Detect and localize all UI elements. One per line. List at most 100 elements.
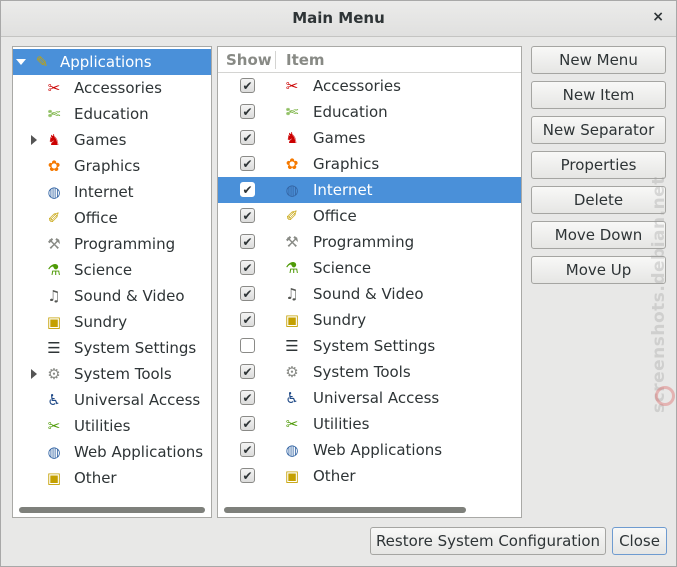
new-item-button[interactable]: New Item xyxy=(531,81,666,109)
sundry-icon: ▣ xyxy=(284,310,300,329)
show-checkbox[interactable] xyxy=(240,338,255,353)
show-checkbox[interactable]: ✔ xyxy=(240,364,255,379)
tree-item[interactable]: ✂ Accessories xyxy=(13,75,211,101)
menu-tree[interactable]: ✎ Applications ✂ Accessories ✄ Education ♞ Game… xyxy=(12,46,212,518)
list-item[interactable]: ✔ ✂ Utilities xyxy=(218,411,521,437)
show-checkbox[interactable]: ✔ xyxy=(240,78,255,93)
show-checkbox[interactable]: ✔ xyxy=(240,130,255,145)
new-menu-button[interactable]: New Menu xyxy=(531,46,666,74)
show-checkbox[interactable]: ✔ xyxy=(240,442,255,457)
games-icon: ♞ xyxy=(285,128,299,147)
tree-item[interactable]: ♿ Universal Access xyxy=(13,387,211,413)
programming-icon: ⚒ xyxy=(47,234,61,253)
graphics-icon: ✿ xyxy=(285,154,299,173)
tree-item-label: Web Applications xyxy=(74,443,204,461)
internet-icon: ◍ xyxy=(47,182,61,201)
list-item[interactable]: ✔ ♿ Universal Access xyxy=(218,385,521,411)
list-item[interactable]: ✔ ◍ Internet xyxy=(218,177,521,203)
tree-item[interactable]: ▣ Sundry xyxy=(13,309,211,335)
show-checkbox[interactable]: ✔ xyxy=(240,234,255,249)
tree-item[interactable]: ⚗ Science xyxy=(13,257,211,283)
list-item[interactable]: ✔ ⚒ Programming xyxy=(218,229,521,255)
list-item-label: Graphics xyxy=(313,155,380,173)
list-header: Show Item xyxy=(218,47,521,73)
expander-collapsed-icon[interactable] xyxy=(31,369,37,379)
show-checkbox[interactable]: ✔ xyxy=(240,104,255,119)
delete-button[interactable]: Delete xyxy=(531,186,666,214)
education-icon: ✄ xyxy=(285,102,299,121)
web-applications-icon: ◍ xyxy=(47,442,61,461)
tree-item-label: Science xyxy=(74,261,133,279)
tree-item[interactable]: ☰ System Settings xyxy=(13,335,211,361)
list-item[interactable]: ✔ ✂ Accessories xyxy=(218,73,521,99)
tree-item[interactable]: ◍ Web Applications xyxy=(13,439,211,465)
show-checkbox[interactable]: ✔ xyxy=(240,390,255,405)
list-item[interactable]: ✔ ▣ Other xyxy=(218,463,521,489)
tree-horizontal-scrollbar[interactable] xyxy=(19,507,205,513)
show-checkbox[interactable]: ✔ xyxy=(240,286,255,301)
tree-item[interactable]: ⚙ System Tools xyxy=(13,361,211,387)
show-checkbox[interactable]: ✔ xyxy=(240,208,255,223)
games-icon: ♞ xyxy=(47,130,61,149)
show-checkbox[interactable]: ✔ xyxy=(240,156,255,171)
tree-item[interactable]: ✿ Graphics xyxy=(13,153,211,179)
list-item-label: Office xyxy=(313,207,357,225)
show-checkbox[interactable]: ✔ xyxy=(240,182,255,197)
tree-item[interactable]: ▣ Other xyxy=(13,465,211,491)
tree-item[interactable]: ✄ Education xyxy=(13,101,211,127)
list-item[interactable]: ✔ ✿ Graphics xyxy=(218,151,521,177)
list-item-label: System Settings xyxy=(313,337,436,355)
sundry-icon: ▣ xyxy=(46,312,62,331)
move-up-button[interactable]: Move Up xyxy=(531,256,666,284)
tree-item[interactable]: ♞ Games xyxy=(13,127,211,153)
show-checkbox[interactable]: ✔ xyxy=(240,468,255,483)
list-item[interactable]: ✔ ✄ Education xyxy=(218,99,521,125)
list-item-label: Education xyxy=(313,103,388,121)
tree-item[interactable]: ✂ Utilities xyxy=(13,413,211,439)
web-applications-icon: ◍ xyxy=(285,440,299,459)
universal-access-icon: ♿ xyxy=(285,388,299,407)
column-header-item[interactable]: Item xyxy=(286,51,325,69)
list-item[interactable]: ☰ System Settings xyxy=(218,333,521,359)
tree-item-label: Programming xyxy=(74,235,176,253)
tree-item-label: Graphics xyxy=(74,157,141,175)
properties-button[interactable]: Properties xyxy=(531,151,666,179)
list-item[interactable]: ✔ ⚙ System Tools xyxy=(218,359,521,385)
other-icon: ▣ xyxy=(284,466,300,485)
show-checkbox[interactable]: ✔ xyxy=(240,416,255,431)
titlebar[interactable]: Main Menu × xyxy=(1,1,676,37)
watermark: screenshots.debian.net xyxy=(649,176,669,413)
list-item-label: System Tools xyxy=(313,363,411,381)
list-item[interactable]: ✔ ♞ Games xyxy=(218,125,521,151)
accessories-icon: ✂ xyxy=(285,76,299,95)
tree-item[interactable]: ♫ Sound & Video xyxy=(13,283,211,309)
expander-expanded-icon[interactable] xyxy=(16,59,26,65)
item-list[interactable]: Show Item ✔ ✂ Accessories ✔ ✄ Education ✔ ♞ Game… xyxy=(217,46,522,518)
list-item[interactable]: ✔ ▣ Sundry xyxy=(218,307,521,333)
restore-system-configuration-button[interactable]: Restore System Configuration xyxy=(370,527,606,555)
list-item-label: Internet xyxy=(313,181,373,199)
list-item[interactable]: ✔ ⚗ Science xyxy=(218,255,521,281)
show-checkbox[interactable]: ✔ xyxy=(240,260,255,275)
column-header-show[interactable]: Show xyxy=(226,51,272,69)
tree-item[interactable]: ⚒ Programming xyxy=(13,231,211,257)
tree-item-label: Applications xyxy=(60,53,152,71)
tree-item-label: Internet xyxy=(74,183,134,201)
move-down-button[interactable]: Move Down xyxy=(531,221,666,249)
show-checkbox[interactable]: ✔ xyxy=(240,312,255,327)
window-title: Main Menu xyxy=(292,9,385,27)
list-item[interactable]: ✔ ♫ Sound & Video xyxy=(218,281,521,307)
close-icon[interactable]: × xyxy=(652,9,664,25)
applications-icon: ✎ xyxy=(35,52,49,71)
tree-item[interactable]: ◍ Internet xyxy=(13,179,211,205)
tree-item-applications[interactable]: ✎ Applications xyxy=(13,49,211,75)
system-settings-icon: ☰ xyxy=(285,336,299,355)
tree-item[interactable]: ✐ Office xyxy=(13,205,211,231)
list-item[interactable]: ✔ ◍ Web Applications xyxy=(218,437,521,463)
list-horizontal-scrollbar[interactable] xyxy=(224,507,466,513)
new-separator-button[interactable]: New Separator xyxy=(531,116,666,144)
expander-collapsed-icon[interactable] xyxy=(31,135,37,145)
close-button[interactable]: Close xyxy=(612,527,667,555)
list-item-label: Other xyxy=(313,467,356,485)
list-item[interactable]: ✔ ✐ Office xyxy=(218,203,521,229)
